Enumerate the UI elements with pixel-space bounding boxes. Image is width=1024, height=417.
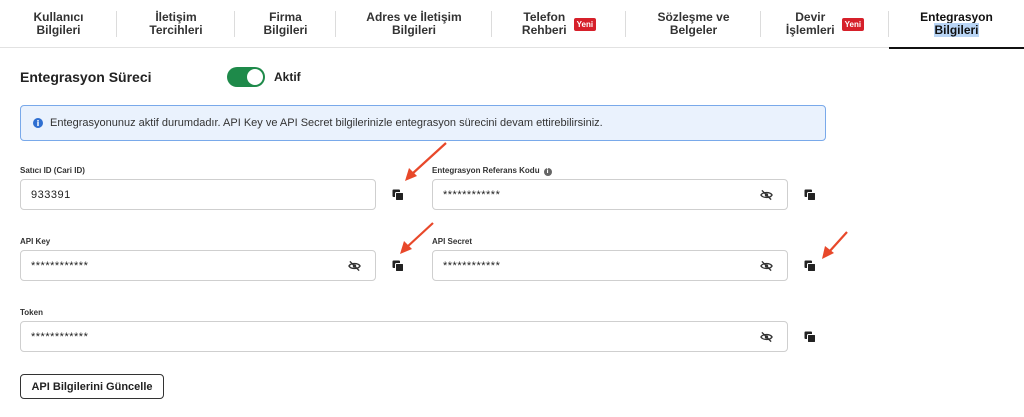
copy-api-key-icon[interactable] bbox=[392, 260, 404, 272]
integration-toggle[interactable] bbox=[227, 67, 265, 87]
api-key-field[interactable]: ************ bbox=[20, 250, 376, 281]
help-icon[interactable]: i bbox=[543, 168, 552, 176]
token-label: Token bbox=[20, 308, 43, 317]
tab-entegrasyon-bilgileri[interactable]: Entegrasyon Bilgileri bbox=[889, 0, 1024, 49]
seller-id-value: 933391 bbox=[31, 188, 71, 201]
eye-slash-icon[interactable] bbox=[760, 189, 773, 201]
tab-adres-ve-iletisim-bilgileri[interactable]: Adres ve İletişim Bilgileri bbox=[336, 0, 492, 48]
tab-line2: Bilgileri bbox=[934, 23, 979, 37]
eye-slash-icon[interactable] bbox=[348, 260, 361, 272]
api-secret-value: ************ bbox=[443, 259, 501, 272]
token-value: ************ bbox=[31, 330, 89, 343]
tab-line1: Devir bbox=[795, 10, 826, 24]
tab-line1: Entegrasyon bbox=[920, 10, 993, 24]
tab-line1: Kullanıcı bbox=[33, 10, 84, 24]
api-key-value: ************ bbox=[31, 259, 89, 272]
copy-api-secret-icon[interactable] bbox=[804, 260, 816, 272]
tab-line2: Belgeler bbox=[669, 23, 718, 37]
new-badge: Yeni bbox=[841, 17, 865, 31]
tab-line1: Telefon bbox=[523, 10, 566, 24]
api-secret-field[interactable]: ************ bbox=[432, 250, 788, 281]
new-badge: Yeni bbox=[573, 17, 597, 31]
tab-telefon-rehberi[interactable]: Telefon Rehberi Yeni bbox=[492, 0, 626, 48]
info-text: Entegrasyonunuz aktif durumdadır. API Ke… bbox=[50, 117, 603, 129]
toggle-status-text: Aktif bbox=[274, 70, 301, 84]
annotation-arrow-icon bbox=[822, 231, 848, 259]
tab-line2: İşlemleri bbox=[785, 23, 835, 37]
ref-code-value: ************ bbox=[443, 188, 501, 201]
tab-sozlesme-ve-belgeler[interactable]: Sözleşme ve Belgeler bbox=[626, 0, 761, 48]
tab-firma-bilgileri[interactable]: Firma Bilgileri bbox=[235, 0, 336, 48]
api-secret-label: API Secret bbox=[432, 237, 473, 246]
eye-slash-icon[interactable] bbox=[760, 260, 773, 272]
tab-line1: Adres ve İletişim bbox=[366, 10, 462, 24]
tab-line1: Firma bbox=[269, 10, 302, 24]
ref-code-field[interactable]: ************ bbox=[432, 179, 788, 210]
copy-ref-code-icon[interactable] bbox=[804, 189, 816, 201]
token-field[interactable]: ************ bbox=[20, 321, 788, 352]
tab-devir-islemleri[interactable]: Devir İşlemleri Yeni bbox=[761, 0, 889, 48]
ref-code-label: Entegrasyon Referans Kodu bbox=[432, 166, 540, 175]
tab-line2: Bilgileri bbox=[36, 23, 81, 37]
tab-line2: Bilgileri bbox=[263, 23, 308, 37]
info-banner: i Entegrasyonunuz aktif durumdadır. API … bbox=[20, 105, 826, 141]
toggle-knob bbox=[247, 69, 263, 85]
tab-line2: Tercihleri bbox=[149, 23, 203, 37]
seller-id-field[interactable]: 933391 bbox=[20, 179, 376, 210]
tab-line1: Sözleşme ve bbox=[657, 10, 730, 24]
tab-kullanici-bilgileri[interactable]: Kullanıcı Bilgileri bbox=[0, 0, 117, 48]
integration-process-label: Entegrasyon Süreci bbox=[20, 69, 152, 85]
tab-line2: Rehberi bbox=[521, 23, 567, 37]
copy-seller-id-icon[interactable] bbox=[392, 189, 404, 201]
tab-bar: Kullanıcı Bilgileri İletişim Tercihleri Fi… bbox=[0, 0, 1024, 49]
tab-line2: Bilgileri bbox=[391, 23, 436, 37]
eye-slash-icon[interactable] bbox=[760, 331, 773, 343]
info-icon: i bbox=[33, 118, 43, 128]
tab-iletisim-tercihleri[interactable]: İletişim Tercihleri bbox=[117, 0, 235, 48]
annotation-arrow-icon bbox=[400, 222, 434, 254]
copy-token-icon[interactable] bbox=[804, 331, 816, 343]
api-key-label: API Key bbox=[20, 237, 51, 246]
tab-line1: İletişim bbox=[155, 10, 197, 24]
update-api-info-button[interactable]: API Bilgilerini Güncelle bbox=[20, 374, 164, 399]
seller-id-label: Satıcı ID (Cari ID) bbox=[20, 166, 85, 175]
